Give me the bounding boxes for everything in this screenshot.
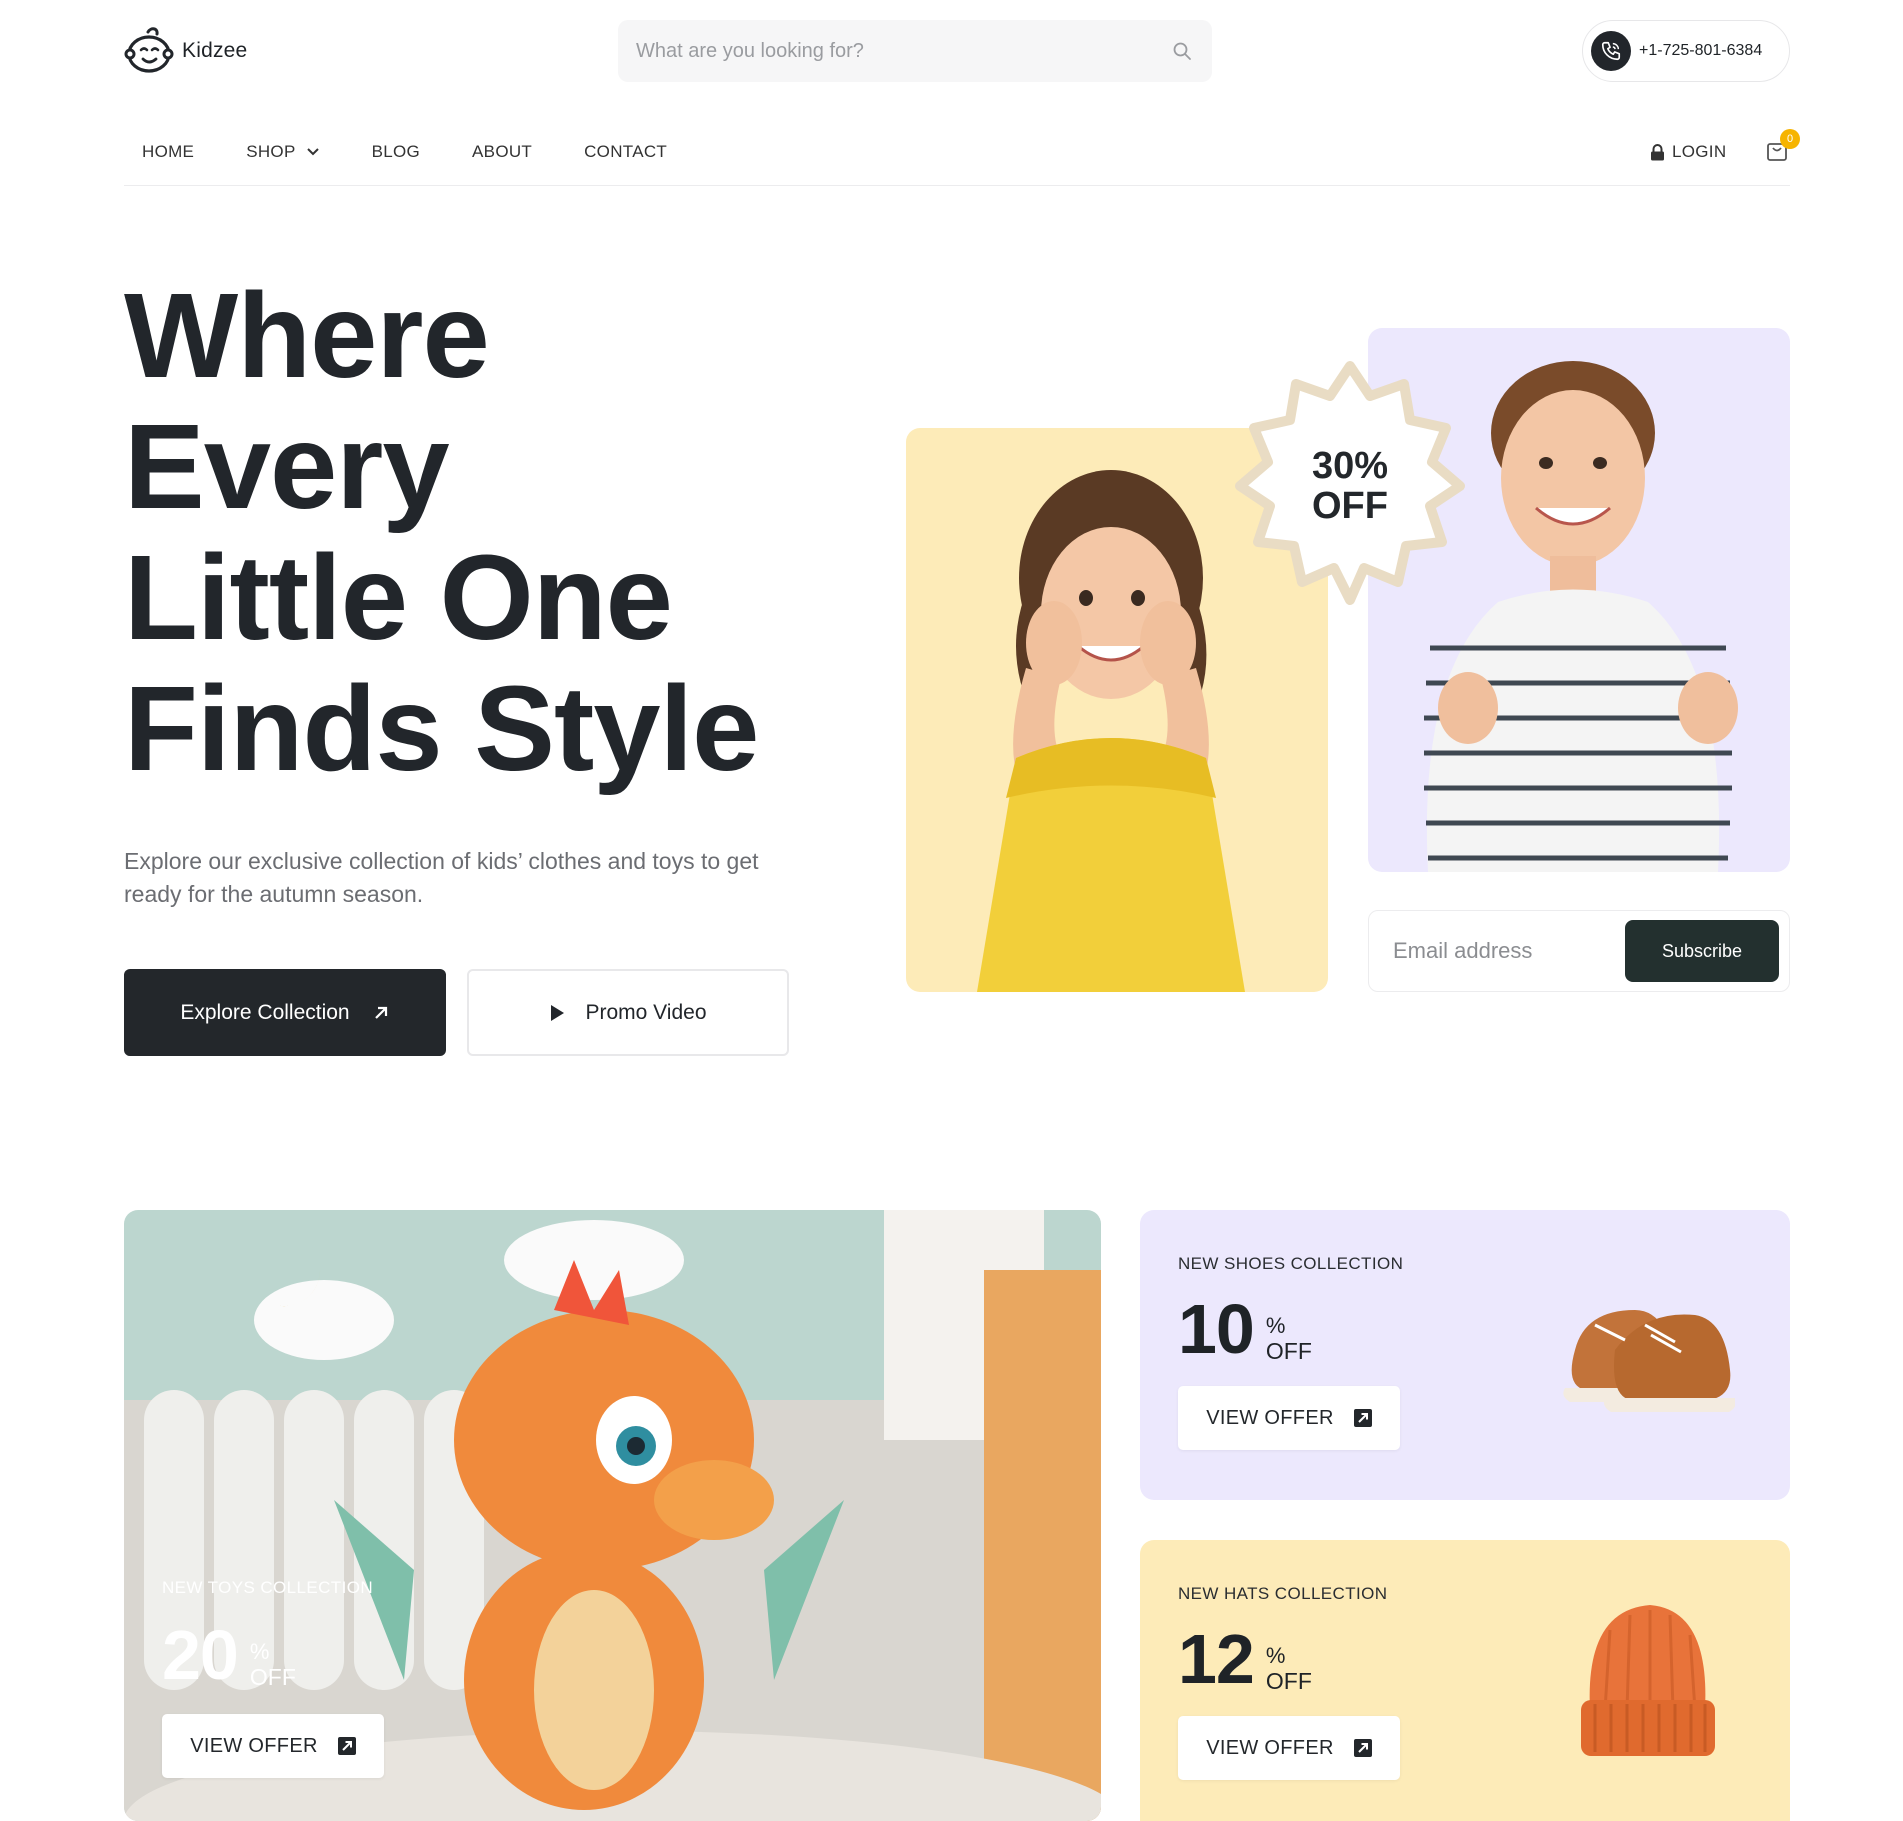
promo-video-button[interactable]: Promo Video (467, 969, 789, 1056)
login-link[interactable]: LOGIN (1650, 142, 1726, 162)
view-offer-button[interactable]: VIEW OFFER (1178, 1716, 1400, 1780)
discount-off: OFF (1312, 485, 1388, 527)
view-offer-label: VIEW OFFER (190, 1734, 318, 1757)
email-field[interactable] (1393, 938, 1613, 964)
beanie-hat-image (1581, 1605, 1715, 1756)
percent-sign: % (1265, 1643, 1286, 1668)
off-label: OFF (249, 1664, 296, 1690)
external-link-icon (337, 1737, 356, 1755)
discount-number: 20 (162, 1616, 239, 1694)
search-bar[interactable] (618, 20, 1212, 82)
toys-collection-card[interactable]: NEW TOYS COLLECTION 20 % OFF VIEW OFFER (124, 1210, 1101, 1821)
promo-video-label: Promo Video (585, 1000, 707, 1024)
phone-contact[interactable]: +1-725-801-6384 (1582, 20, 1790, 82)
discount-number: 12 (1178, 1620, 1255, 1698)
phone-icon (1591, 31, 1631, 71)
cart-button[interactable]: 0 (1766, 129, 1800, 164)
nav-item-contact[interactable]: CONTACT (584, 128, 667, 162)
hats-collection-card[interactable]: NEW HATS COLLECTION 12 % OFF VIEW OFFER (1140, 1540, 1790, 1821)
subscribe-form: Subscribe (1368, 910, 1790, 992)
chevron-down-icon (306, 148, 319, 156)
view-offer-label: VIEW OFFER (1206, 1406, 1334, 1429)
nav-item-blog[interactable]: BLOG (372, 128, 420, 162)
percent-sign: % (1265, 1313, 1286, 1338)
collection-label: NEW HATS COLLECTION (1178, 1584, 1388, 1603)
shoes-collection-card[interactable]: NEW SHOES COLLECTION 10 % OFF VIEW OFFER (1140, 1210, 1790, 1500)
explore-collection-label: Explore Collection (180, 1000, 350, 1024)
phone-number: +1-725-801-6384 (1639, 42, 1763, 59)
percent-sign: % (249, 1639, 270, 1664)
collection-label: NEW SHOES COLLECTION (1178, 1254, 1404, 1273)
discount-value: 30% (1311, 445, 1389, 487)
discount-number: 10 (1178, 1290, 1255, 1368)
explore-collection-button[interactable]: Explore Collection (124, 969, 446, 1056)
arrow-up-right-icon (374, 1006, 387, 1019)
logo[interactable]: Kidzee (124, 26, 247, 76)
hero-title-line: Where (124, 267, 490, 403)
view-offer-button[interactable]: VIEW OFFER (162, 1714, 384, 1778)
view-offer-button[interactable]: VIEW OFFER (1178, 1386, 1400, 1450)
baby-face-icon (124, 27, 174, 73)
lock-icon (1651, 143, 1664, 160)
main-nav: HOME SHOP BLOG ABOUT CONTACT (124, 128, 1790, 186)
login-label: LOGIN (1672, 142, 1727, 161)
hero-title-line: Every (124, 398, 450, 534)
nav-item-about[interactable]: ABOUT (472, 128, 532, 162)
off-label: OFF (1265, 1668, 1312, 1694)
hero-title-line: Finds Style (124, 660, 759, 796)
hero-title: Where Every Little One Finds Style (124, 270, 824, 794)
search-input[interactable] (636, 39, 1116, 63)
hero-description: Explore our exclusive collection of kids… (124, 848, 759, 907)
nav-item-shop[interactable]: SHOP (246, 128, 319, 162)
external-link-icon (1353, 1739, 1372, 1757)
search-icon[interactable] (1172, 41, 1192, 61)
cart-count-badge: 0 (1780, 129, 1800, 149)
brand-name: Kidzee (182, 39, 248, 62)
nav-item-home[interactable]: HOME (142, 128, 194, 162)
external-link-icon (1353, 1409, 1372, 1427)
shoes-image (1563, 1310, 1735, 1412)
play-icon (551, 1004, 565, 1021)
subscribe-button[interactable]: Subscribe (1625, 920, 1779, 982)
collection-label: NEW TOYS COLLECTION (162, 1578, 374, 1597)
view-offer-label: VIEW OFFER (1206, 1736, 1334, 1759)
discount-badge: 30% OFF (1230, 358, 1470, 608)
hero-title-line: Little One (124, 529, 673, 665)
off-label: OFF (1265, 1338, 1312, 1364)
